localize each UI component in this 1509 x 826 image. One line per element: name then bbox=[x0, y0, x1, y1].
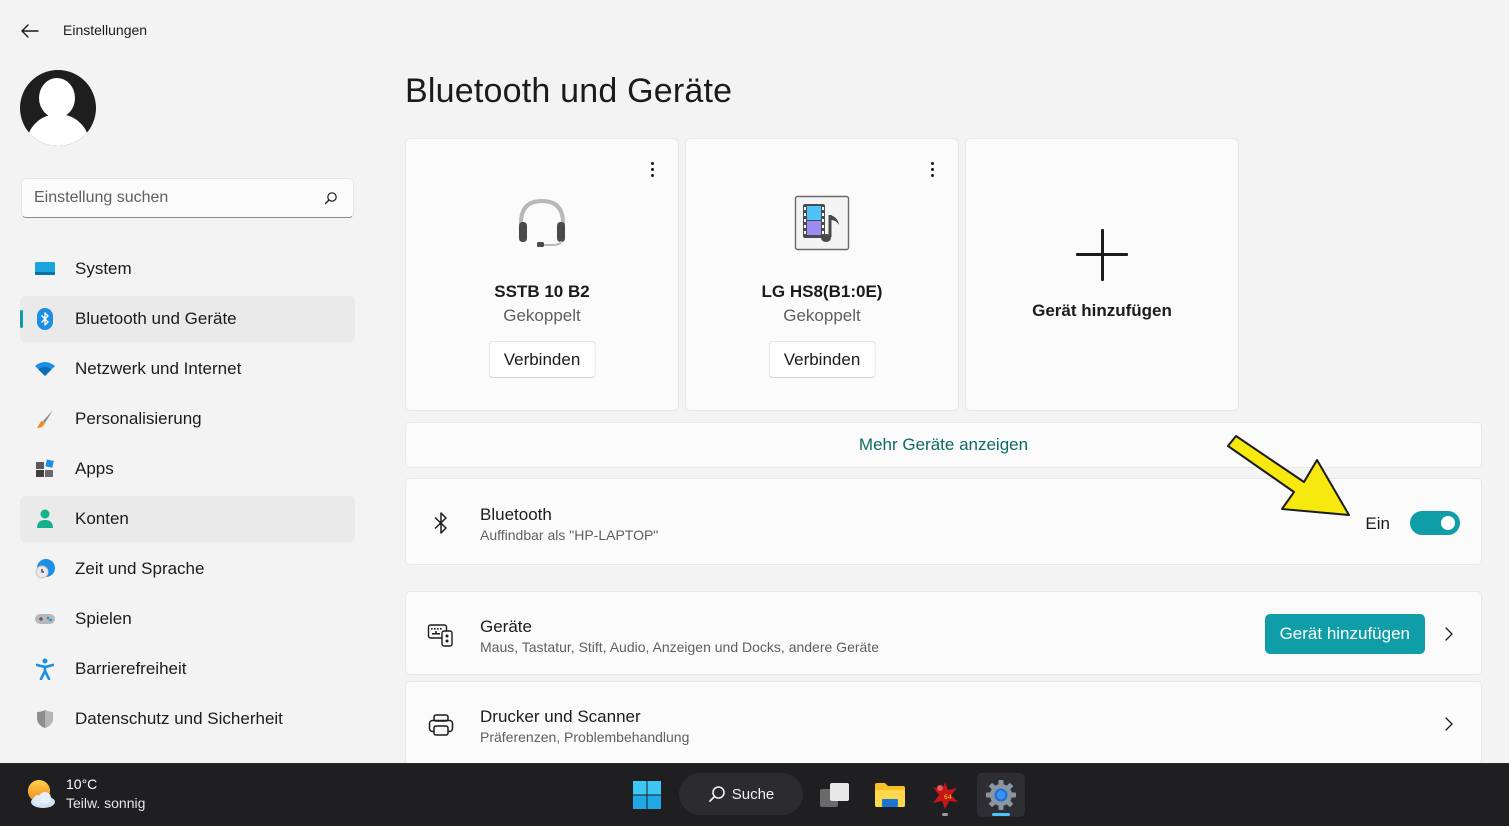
sidebar-item-privacy-security[interactable]: Datenschutz und Sicherheit bbox=[20, 696, 355, 742]
device-status: Gekoppelt bbox=[783, 306, 861, 325]
active-app-indicator bbox=[992, 813, 1010, 816]
weather-widget[interactable]: 10°C Teilw. sonnig bbox=[24, 775, 145, 813]
chevron-right-icon[interactable] bbox=[1441, 714, 1457, 734]
search-icon[interactable] bbox=[321, 188, 341, 208]
device-name: SSTB 10 B2 bbox=[494, 282, 590, 301]
bluetooth-subtitle: Auffindbar als "HP-LAPTOP" bbox=[480, 527, 659, 543]
gear-icon bbox=[986, 780, 1016, 810]
taskbar-search-button[interactable]: Suche bbox=[679, 773, 803, 815]
system-monitor-icon bbox=[34, 258, 56, 280]
devices-icon bbox=[426, 620, 456, 650]
folder-icon bbox=[875, 783, 905, 807]
settings-search-input[interactable] bbox=[34, 189, 321, 207]
add-device-card[interactable]: Gerät hinzufügen bbox=[965, 138, 1239, 411]
plus-icon bbox=[1076, 229, 1128, 281]
weather-condition: Teilw. sonnig bbox=[66, 795, 146, 811]
gamepad-icon bbox=[34, 608, 56, 630]
devices-subtitle: Maus, Tastatur, Stift, Audio, Anzeigen u… bbox=[480, 639, 879, 655]
settings-app-button[interactable] bbox=[977, 773, 1025, 817]
app-title: Einstellungen bbox=[63, 22, 148, 38]
back-button[interactable] bbox=[14, 18, 46, 44]
svg-text:64: 64 bbox=[944, 794, 952, 801]
apps-icon bbox=[34, 458, 56, 480]
sidebar-item-label: System bbox=[75, 259, 132, 278]
arrow-left-icon bbox=[21, 24, 39, 38]
device-card[interactable]: LG HS8(B1:0E) Gekoppelt Verbinden bbox=[685, 138, 959, 411]
more-vertical-icon[interactable] bbox=[642, 159, 662, 179]
devices-setting-row[interactable]: Geräte Maus, Tastatur, Stift, Audio, Anz… bbox=[405, 591, 1482, 675]
start-button[interactable] bbox=[628, 776, 666, 814]
avatar-body bbox=[26, 114, 90, 146]
add-device-button[interactable]: Gerät hinzufügen bbox=[1264, 614, 1425, 654]
sidebar-item-bluetooth[interactable]: Bluetooth und Geräte bbox=[20, 296, 355, 342]
more-vertical-icon[interactable] bbox=[922, 159, 942, 179]
taskbar-search-label: Suche bbox=[731, 785, 775, 803]
sidebar-item-system[interactable]: System bbox=[20, 246, 355, 292]
bluetooth-toggle[interactable] bbox=[1410, 511, 1460, 535]
page-title: Bluetooth und Geräte bbox=[405, 72, 733, 110]
bluetooth-setting-row: Bluetooth Auffindbar als "HP-LAPTOP" Ein bbox=[405, 478, 1482, 565]
shield-icon bbox=[34, 708, 56, 730]
title-bar: Einstellungen bbox=[0, 0, 1509, 60]
sidebar-item-gaming[interactable]: Spielen bbox=[20, 596, 355, 642]
task-view-icon bbox=[820, 783, 849, 807]
bluetooth-icon bbox=[34, 308, 56, 330]
toggle-knob bbox=[1441, 516, 1455, 530]
printers-title: Drucker und Scanner bbox=[480, 707, 641, 726]
sidebar-item-apps[interactable]: Apps bbox=[20, 446, 355, 492]
settings-search-box[interactable] bbox=[21, 178, 354, 218]
sidebar-item-label: Zeit und Sprache bbox=[75, 559, 205, 578]
device-status: Gekoppelt bbox=[503, 306, 581, 325]
search-icon bbox=[708, 786, 725, 802]
device-card[interactable]: SSTB 10 B2 Gekoppelt Verbinden bbox=[405, 138, 679, 411]
running-indicator bbox=[942, 813, 948, 816]
devices-title: Geräte bbox=[480, 617, 532, 636]
selection-indicator bbox=[20, 310, 23, 328]
sidebar-item-label: Datenschutz und Sicherheit bbox=[75, 709, 283, 728]
paintbrush-icon bbox=[34, 408, 56, 430]
accessibility-icon bbox=[34, 658, 56, 680]
printers-setting-row[interactable]: Drucker und Scanner Präferenzen, Problem… bbox=[405, 681, 1482, 765]
windows-logo-icon bbox=[633, 781, 661, 809]
multimedia-device-icon bbox=[792, 193, 852, 253]
sidebar-item-time-language[interactable]: Zeit und Sprache bbox=[20, 546, 355, 592]
device-name: LG HS8(B1:0E) bbox=[761, 282, 883, 301]
sidebar-nav: System Bluetooth und Geräte Netzwerk und… bbox=[20, 246, 355, 746]
connect-button[interactable]: Verbinden bbox=[488, 341, 596, 378]
taskbar: 10°C Teilw. sonnig Suche 64 bbox=[0, 763, 1509, 826]
bluetooth-icon bbox=[426, 508, 456, 538]
sidebar-item-label: Bluetooth und Geräte bbox=[75, 309, 237, 328]
sidebar-item-personalization[interactable]: Personalisierung bbox=[20, 396, 355, 442]
task-view-button[interactable] bbox=[811, 773, 859, 817]
red-app-button[interactable]: 64 bbox=[921, 773, 969, 817]
partly-sunny-icon bbox=[24, 777, 58, 811]
sidebar-item-network[interactable]: Netzwerk und Internet bbox=[20, 346, 355, 392]
printers-subtitle: Präferenzen, Problembehandlung bbox=[480, 729, 690, 745]
sidebar-item-accounts[interactable]: Konten bbox=[20, 496, 355, 542]
sidebar-item-label: Netzwerk und Internet bbox=[75, 359, 242, 378]
sidebar-item-label: Konten bbox=[75, 509, 129, 528]
file-explorer-button[interactable] bbox=[866, 773, 914, 817]
wifi-icon bbox=[34, 358, 56, 380]
account-icon bbox=[34, 508, 56, 530]
sidebar-item-label: Barrierefreiheit bbox=[75, 659, 187, 678]
chevron-right-icon[interactable] bbox=[1441, 624, 1457, 644]
show-more-devices-link[interactable]: Mehr Geräte anzeigen bbox=[405, 422, 1482, 468]
show-more-devices-label: Mehr Geräte anzeigen bbox=[858, 435, 1029, 454]
red-app-icon: 64 bbox=[933, 782, 958, 809]
add-device-label: Gerät hinzufügen bbox=[1032, 301, 1172, 320]
weather-temperature: 10°C bbox=[66, 776, 98, 792]
sidebar-item-label: Personalisierung bbox=[75, 409, 202, 428]
connect-button[interactable]: Verbinden bbox=[768, 341, 876, 378]
user-avatar-icon bbox=[39, 78, 75, 118]
sidebar-item-label: Spielen bbox=[75, 609, 132, 628]
globe-clock-icon bbox=[34, 558, 56, 580]
sidebar-item-accessibility[interactable]: Barrierefreiheit bbox=[20, 646, 355, 692]
headset-icon bbox=[512, 193, 572, 253]
bluetooth-toggle-state: Ein bbox=[1365, 514, 1390, 533]
printer-icon bbox=[426, 710, 456, 740]
bluetooth-title: Bluetooth bbox=[480, 505, 552, 524]
user-avatar[interactable] bbox=[20, 70, 96, 146]
sidebar-item-label: Apps bbox=[75, 459, 114, 478]
